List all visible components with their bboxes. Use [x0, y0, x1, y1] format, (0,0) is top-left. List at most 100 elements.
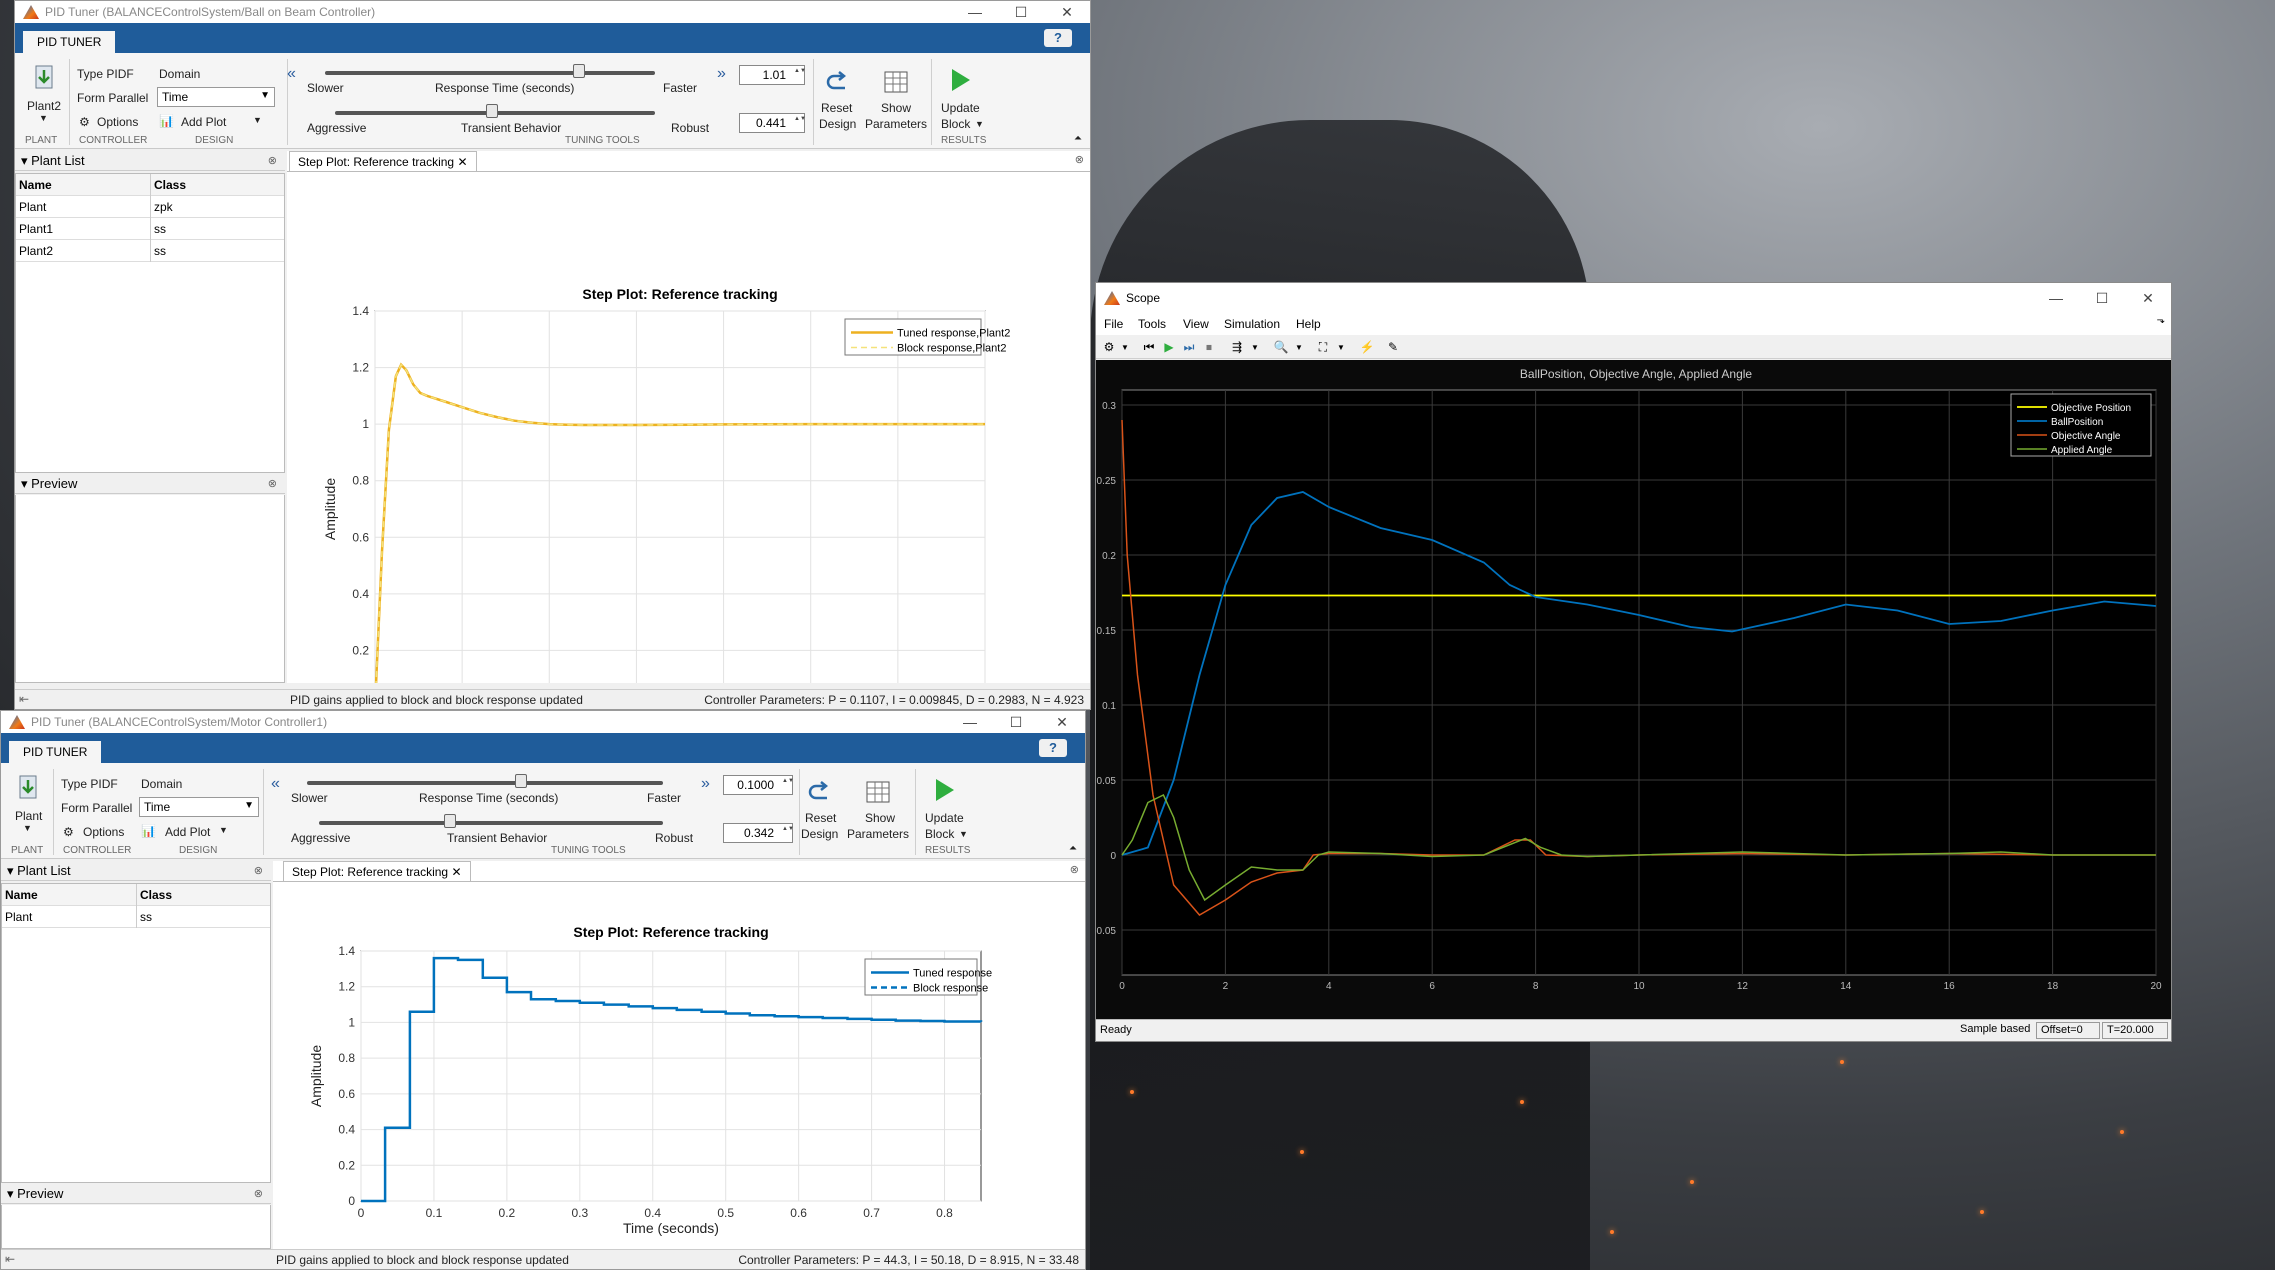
close-tab-icon[interactable]: ✕ — [457, 155, 467, 169]
minimize-button[interactable]: — — [947, 711, 993, 733]
update-block-button[interactable]: Update — [925, 811, 964, 825]
response-time-slider-knob[interactable] — [573, 64, 586, 78]
close-button[interactable]: ✕ — [1044, 1, 1090, 23]
plant-import-icon[interactable] — [29, 63, 59, 93]
autoscale-dropdown-icon[interactable]: ▼ — [1332, 338, 1350, 356]
close-panel-icon[interactable]: ⊗ — [254, 861, 263, 881]
gear-icon[interactable]: ⚙ — [63, 825, 74, 839]
response-time-slider-knob[interactable] — [514, 774, 527, 788]
collapse-left-icon[interactable]: « — [271, 775, 280, 793]
minimize-button[interactable]: — — [952, 1, 998, 23]
menu-simulation[interactable]: Simulation — [1224, 317, 1280, 331]
plant-import-icon[interactable] — [13, 773, 43, 803]
reset-design-button-line2[interactable]: Design — [801, 827, 838, 841]
close-panel-icon[interactable]: ⊗ — [254, 1184, 263, 1204]
close-button[interactable]: ✕ — [2125, 283, 2171, 313]
run-icon[interactable]: ▶ — [1160, 338, 1178, 356]
transient-behavior-slider[interactable] — [319, 821, 663, 825]
collapse-ribbon-icon[interactable]: ⏶ — [1074, 133, 1082, 144]
menu-help[interactable]: Help — [1296, 317, 1321, 331]
minimize-button[interactable]: — — [2033, 283, 2079, 313]
form-label[interactable]: Form Parallel — [61, 801, 132, 815]
show-parameters-button-line2[interactable]: Parameters — [847, 827, 909, 841]
dock-icon[interactable]: ⬎ — [2157, 315, 2165, 326]
domain-select[interactable]: Time ▼ — [157, 87, 275, 107]
tab-step-plot[interactable]: Step Plot: Reference tracking ✕ — [289, 151, 477, 171]
options-button[interactable]: Options — [83, 825, 124, 839]
response-time-spinner[interactable]: 0.1000 — [723, 775, 793, 795]
transient-behavior-spinner[interactable]: 0.342 — [723, 823, 793, 843]
collapse-arrow-icon[interactable]: ▾ — [21, 153, 31, 168]
show-parameters-button-line2[interactable]: Parameters — [865, 117, 927, 131]
update-block-button-line2[interactable]: Block — [941, 117, 970, 131]
plant-button[interactable]: Plant — [15, 809, 42, 823]
maximize-button[interactable]: ☐ — [993, 711, 1039, 733]
tab-step-plot[interactable]: Step Plot: Reference tracking ✕ — [283, 861, 471, 881]
highlight-dropdown-icon[interactable]: ▼ — [1246, 338, 1264, 356]
response-time-slider[interactable] — [325, 71, 655, 75]
update-block-dropdown-icon[interactable]: ▼ — [975, 119, 984, 129]
expand-right-icon[interactable]: » — [701, 775, 710, 793]
reset-design-button[interactable]: Reset — [805, 811, 836, 825]
add-plot-button[interactable]: Add Plot — [165, 825, 210, 839]
update-block-button[interactable]: Update — [941, 101, 980, 115]
tab-pid-tuner[interactable]: PID TUNER — [9, 741, 102, 763]
response-time-spinner[interactable]: 1.01 — [739, 65, 805, 85]
column-header-name[interactable]: Name — [5, 888, 38, 902]
collapse-ribbon-icon[interactable]: ⏶ — [1069, 843, 1077, 854]
maximize-button[interactable]: ☐ — [998, 1, 1044, 23]
type-label[interactable]: Type PIDF — [61, 777, 118, 791]
collapse-arrow-icon[interactable]: ▾ — [21, 476, 31, 491]
tab-pid-tuner[interactable]: PID TUNER — [23, 31, 116, 53]
reset-design-icon[interactable] — [823, 67, 853, 97]
column-header-class[interactable]: Class — [154, 178, 186, 192]
plant-dropdown-icon[interactable]: ▼ — [39, 113, 48, 123]
plant-button[interactable]: Plant2 — [27, 99, 61, 113]
step-forward-icon[interactable]: ⏭ — [1180, 338, 1198, 356]
form-label[interactable]: Form Parallel — [77, 91, 148, 105]
settings-dropdown-icon[interactable]: ▼ — [1116, 338, 1134, 356]
reset-design-icon[interactable] — [805, 777, 835, 807]
show-parameters-icon[interactable] — [863, 777, 893, 807]
transient-behavior-spinner[interactable]: 0.441 — [739, 113, 805, 133]
step-back-icon[interactable]: ⏮ — [1140, 338, 1158, 356]
collapse-left-icon[interactable]: « — [287, 65, 296, 83]
add-plot-dropdown-icon[interactable]: ▼ — [253, 115, 262, 125]
maximize-button[interactable]: ☐ — [2079, 283, 2125, 313]
response-time-slider[interactable] — [307, 781, 663, 785]
show-parameters-button[interactable]: Show — [865, 811, 895, 825]
zoom-dropdown-icon[interactable]: ▼ — [1290, 338, 1308, 356]
collapse-arrow-icon[interactable]: ▾ — [7, 863, 17, 878]
update-block-button-line2[interactable]: Block — [925, 827, 954, 841]
options-button[interactable]: Options — [97, 115, 138, 129]
reset-design-button-line2[interactable]: Design — [819, 117, 856, 131]
menu-view[interactable]: View — [1183, 317, 1209, 331]
autoscale-icon[interactable]: ⛶ — [1314, 338, 1332, 356]
add-plot-icon[interactable]: 📊 — [141, 824, 156, 838]
transient-behavior-slider-knob[interactable] — [443, 814, 456, 828]
menu-tools[interactable]: Tools — [1138, 317, 1166, 331]
close-tab-icon[interactable]: ✕ — [451, 865, 461, 879]
close-panel-icon[interactable]: ⊗ — [1070, 863, 1079, 876]
domain-select[interactable]: Time ▼ — [139, 797, 259, 817]
expand-right-icon[interactable]: » — [717, 65, 726, 83]
help-button[interactable]: ? — [1044, 29, 1072, 47]
zoom-in-icon[interactable]: 🔍 — [1272, 338, 1290, 356]
show-parameters-button[interactable]: Show — [881, 101, 911, 115]
close-panel-icon[interactable]: ⊗ — [1075, 153, 1084, 166]
add-plot-icon[interactable]: 📊 — [159, 114, 174, 128]
plant-dropdown-icon[interactable]: ▼ — [23, 823, 32, 833]
highlight-block-icon[interactable]: ⇶ — [1228, 338, 1246, 356]
edit-icon[interactable]: ✎ — [1384, 338, 1402, 356]
close-panel-icon[interactable]: ⊗ — [268, 151, 277, 171]
column-header-name[interactable]: Name — [19, 178, 52, 192]
help-button[interactable]: ? — [1039, 739, 1067, 757]
type-label[interactable]: Type PIDF — [77, 67, 134, 81]
stop-icon[interactable]: ⏹ — [1200, 338, 1218, 356]
update-block-icon[interactable] — [945, 65, 975, 95]
close-button[interactable]: ✕ — [1039, 711, 1085, 733]
column-header-class[interactable]: Class — [140, 888, 172, 902]
triggers-icon[interactable]: ⚡ — [1358, 338, 1376, 356]
add-plot-dropdown-icon[interactable]: ▼ — [219, 825, 228, 835]
update-block-icon[interactable] — [929, 775, 959, 805]
